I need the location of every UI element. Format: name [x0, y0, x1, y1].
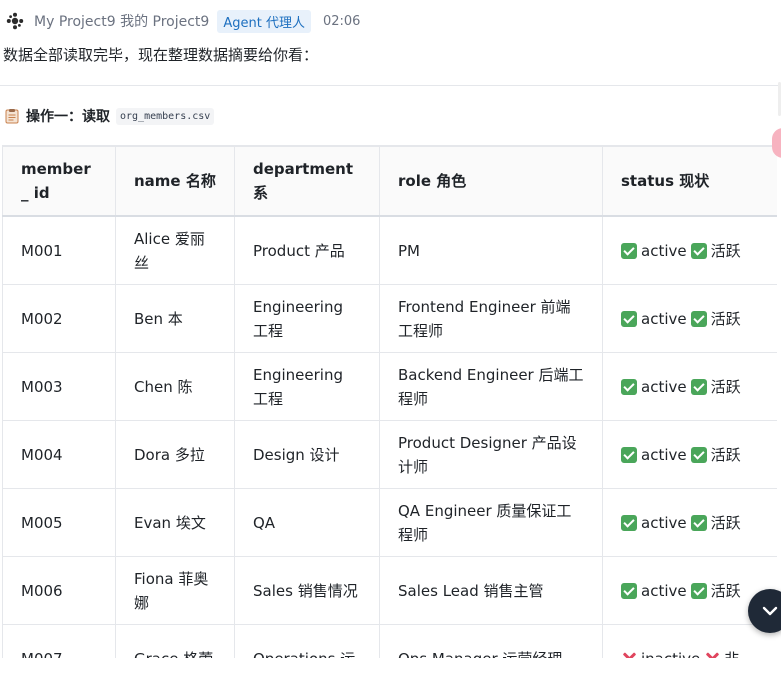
status-value: active 活跃	[621, 511, 759, 535]
cell-member-id: M007	[2, 624, 116, 658]
cell-name: Chen 陈	[115, 352, 235, 421]
status-text-cn: 活跃	[710, 309, 741, 328]
message-time: 02:06	[322, 13, 361, 29]
check-box-icon	[690, 514, 707, 531]
check-box-icon	[621, 514, 637, 531]
cell-member-id: M002	[2, 284, 116, 353]
cell-name: Dora 多拉	[115, 420, 235, 489]
status-text-en: active	[641, 445, 687, 464]
message-header: My Project9 我的 Project9 Agent 代理人 02:06	[0, 8, 781, 34]
cell-role: Frontend Engineer 前端工程师	[379, 284, 603, 353]
table-row: M006 Fiona 菲奥娜 Sales 销售情况 Sales Lead 销售主管 ac…	[2, 556, 777, 625]
check-box-icon	[621, 446, 637, 463]
cell-department: Operations 运	[234, 624, 380, 658]
status-text-cn: 活跃	[710, 581, 741, 600]
table-row: M001 Alice 爱丽丝 Product 产品 PM active 活跃	[2, 215, 777, 285]
members-table: member_ id name 名称 department 系 role 角色 …	[2, 146, 777, 658]
status-text-cn: 活跃	[710, 377, 741, 396]
cell-role: QA Engineer 质量保证工程师	[379, 488, 603, 557]
table-row: M004 Dora 多拉 Design 设计 Product Designer 产品设…	[2, 420, 777, 489]
check-box-icon	[621, 242, 637, 259]
cell-member-id: M006	[2, 556, 116, 625]
members-table-container[interactable]: member_ id name 名称 department 系 role 角色 …	[2, 145, 777, 658]
table-row: M003 Chen 陈 Engineering 工程 Backend Engineer…	[2, 352, 777, 421]
check-box-icon	[690, 582, 707, 599]
status-value: active 活跃	[621, 239, 759, 263]
cell-status: active 活跃	[602, 420, 777, 489]
column-header-name: name 名称	[115, 146, 235, 217]
table-row: M007Grace 格蕾Operations 运Ops Manager 运营经理…	[2, 624, 777, 659]
column-header-status: status 现状	[602, 146, 777, 217]
status-text-en: active	[641, 581, 687, 600]
cell-status: active 活跃	[602, 352, 777, 421]
status-text-en: active	[641, 513, 687, 532]
app-logo-icon	[6, 12, 24, 30]
cell-member-id: M003	[2, 352, 116, 421]
check-box-icon	[690, 242, 707, 259]
status-text-en: active	[641, 377, 687, 396]
cell-name: Grace 格蕾	[115, 624, 235, 658]
status-value: active 活跃	[621, 307, 759, 331]
check-box-icon	[690, 378, 707, 395]
cell-role: Product Designer 产品设计师	[379, 420, 603, 489]
cell-member-id: M005	[2, 488, 116, 557]
cell-name: Evan 埃文	[115, 488, 235, 557]
chevron-down-icon	[762, 606, 778, 616]
check-box-icon	[621, 310, 637, 327]
intro-text: 数据全部读取完毕，现在整理数据摘要给你看：	[3, 46, 319, 64]
column-header-department: department 系	[234, 146, 380, 217]
cell-member-id: M004	[2, 420, 116, 489]
clipboard-icon	[5, 109, 19, 124]
side-avatar-edge[interactable]	[772, 128, 781, 158]
project-name[interactable]: My Project9 我的 Project9	[34, 11, 209, 31]
cell-department: Engineering 工程	[234, 352, 380, 421]
status-text-cn: 非	[724, 647, 739, 659]
cell-member-id: M001	[2, 215, 116, 285]
cell-department: Product 产品	[234, 215, 380, 285]
operation-filename: org_members.csv	[116, 107, 215, 125]
status-text-cn: 活跃	[710, 241, 741, 260]
status-text-en: active	[641, 309, 687, 328]
cell-status: active 活跃	[602, 284, 777, 353]
cell-role: Ops Manager 运营经理	[379, 624, 603, 658]
operation-label: 操作一：读取	[26, 109, 110, 125]
cell-department: QA	[234, 488, 380, 557]
cell-department: Design 设计	[234, 420, 380, 489]
status-text-cn: 活跃	[710, 513, 741, 532]
cell-role: PM	[379, 215, 603, 285]
cell-status: active 活跃	[602, 215, 777, 285]
cell-role: Backend Engineer 后端工程师	[379, 352, 603, 421]
check-box-icon	[690, 310, 707, 327]
status-value: inactive 非	[621, 647, 759, 659]
cell-role: Sales Lead 销售主管	[379, 556, 603, 625]
cross-icon	[621, 651, 637, 659]
cell-status: active 活跃	[602, 488, 777, 557]
cell-name: Ben 本	[115, 284, 235, 353]
agent-badge: Agent 代理人	[217, 9, 311, 33]
table-row: M002 Ben 本 Engineering 工程 Frontend Engineer…	[2, 284, 777, 353]
cell-status: inactive 非	[602, 624, 777, 659]
status-text-en: active	[641, 241, 687, 260]
status-value: active 活跃	[621, 443, 759, 467]
cell-name: Alice 爱丽丝	[115, 215, 235, 285]
column-header-member-id: member_ id	[2, 146, 116, 217]
operation-heading: 操作一：读取 org_members.csv	[4, 105, 215, 127]
divider	[0, 85, 781, 86]
table-row: M005 Evan 埃文 QA QA Engineer 质量保证工程师 active 活跃	[2, 488, 777, 557]
status-value: active 活跃	[621, 579, 759, 603]
check-box-icon	[621, 582, 637, 599]
check-box-icon	[621, 378, 637, 395]
status-value: active 活跃	[621, 375, 759, 399]
status-text-cn: 活跃	[710, 445, 741, 464]
cell-department: Sales 销售情况	[234, 556, 380, 625]
status-text-en: inactive	[641, 647, 700, 659]
cell-name: Fiona 菲奥娜	[115, 556, 235, 625]
column-header-role: role 角色	[379, 146, 603, 217]
cross-icon	[704, 651, 720, 659]
check-box-icon	[690, 446, 707, 463]
cell-department: Engineering 工程	[234, 284, 380, 353]
table-header-row: member_ id name 名称 department 系 role 角色 …	[2, 146, 777, 217]
